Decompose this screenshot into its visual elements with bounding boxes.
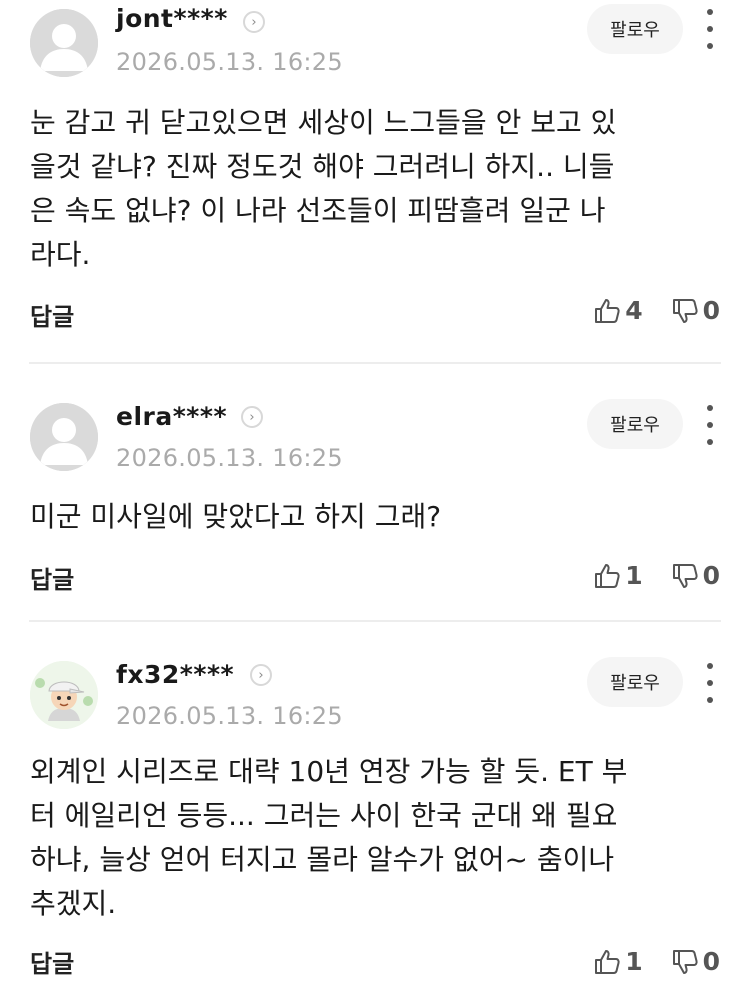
dislike-count: 0 xyxy=(702,947,720,976)
dislike-button[interactable]: 0 xyxy=(671,561,720,590)
default-avatar-icon xyxy=(30,9,98,77)
dislike-count: 0 xyxy=(702,561,720,590)
follow-button[interactable]: 팔로우 xyxy=(587,399,683,449)
comment-body: 외계인 시리즈로 대략 10년 연장 가능 할 듯. ET 부 터 에일리언 등… xyxy=(30,755,628,920)
more-vertical-icon[interactable] xyxy=(698,663,722,703)
chevron-right-icon[interactable]: › xyxy=(241,406,263,428)
comment-body: 눈 감고 귀 닫고있으면 세상이 느그들을 안 보고 있 을것 같냐? 진짜 정… xyxy=(30,106,617,271)
reply-button[interactable]: 답글 xyxy=(30,297,74,332)
like-button[interactable]: 1 xyxy=(593,561,643,590)
chevron-right-icon[interactable]: › xyxy=(250,664,272,686)
follow-button[interactable]: 팔로우 xyxy=(587,657,683,707)
thumbs-down-icon xyxy=(672,298,698,323)
reply-button[interactable]: 답글 xyxy=(30,944,74,979)
like-count: 4 xyxy=(625,296,643,325)
vote-group: 4 0 xyxy=(593,296,720,325)
thumbs-down-icon xyxy=(672,949,698,974)
like-count: 1 xyxy=(625,947,643,976)
thumbs-up-icon xyxy=(595,298,620,323)
vote-group: 1 0 xyxy=(593,947,720,976)
timestamp: 2026.05.13. 16:25 xyxy=(116,444,343,472)
username[interactable]: elra**** xyxy=(116,402,227,431)
thumbs-up-icon xyxy=(595,949,620,974)
user-avatar[interactable] xyxy=(30,9,98,77)
username[interactable]: fx32**** xyxy=(116,660,234,689)
reply-button[interactable]: 답글 xyxy=(30,560,74,595)
dislike-button[interactable]: 0 xyxy=(671,296,720,325)
comment-body: 미군 미사일에 맞았다고 하지 그래? xyxy=(30,500,442,533)
like-button[interactable]: 1 xyxy=(593,947,643,976)
user-avatar[interactable] xyxy=(30,403,98,471)
thumbs-down-icon xyxy=(672,563,698,588)
chevron-right-icon[interactable]: › xyxy=(243,11,265,33)
more-vertical-icon[interactable] xyxy=(698,405,722,445)
timestamp: 2026.05.13. 16:25 xyxy=(116,48,343,76)
like-count: 1 xyxy=(625,561,643,590)
comment-item: fx32**** › 2026.05.13. 16:25 팔로우 외계인 시리즈… xyxy=(0,622,750,991)
cartoon-avatar-icon xyxy=(30,661,98,729)
more-vertical-icon[interactable] xyxy=(698,9,722,49)
comment-item: jont**** › 2026.05.13. 16:25 팔로우 눈 감고 귀 … xyxy=(0,0,750,364)
dislike-count: 0 xyxy=(702,296,720,325)
dislike-button[interactable]: 0 xyxy=(671,947,720,976)
user-avatar[interactable] xyxy=(30,661,98,729)
thumbs-up-icon xyxy=(595,563,620,588)
default-avatar-icon xyxy=(30,403,98,471)
follow-button[interactable]: 팔로우 xyxy=(587,4,683,54)
timestamp: 2026.05.13. 16:25 xyxy=(116,702,343,730)
vote-group: 1 0 xyxy=(593,561,720,590)
comment-item: elra**** › 2026.05.13. 16:25 팔로우 미군 미사일에… xyxy=(0,364,750,622)
like-button[interactable]: 4 xyxy=(593,296,643,325)
username[interactable]: jont**** xyxy=(116,4,228,33)
